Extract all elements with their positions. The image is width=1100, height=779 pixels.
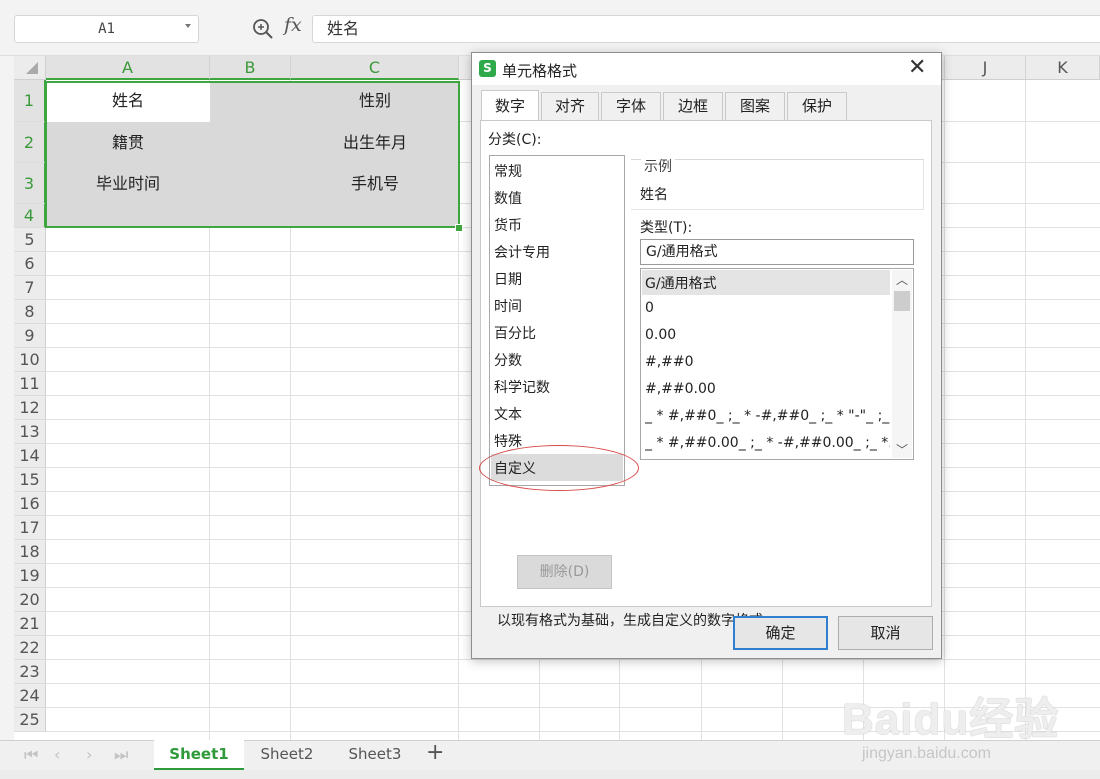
row-header-8[interactable]: 8 <box>14 300 46 324</box>
format-cells-dialog: S 单元格格式 ✕ 分类(C): 常规数值货币会计专用日期时间百分比分数科学记数… <box>471 52 942 659</box>
ok-button[interactable]: 确定 <box>733 616 828 650</box>
chevron-down-icon[interactable] <box>185 24 191 28</box>
chevron-down-icon[interactable]: ﹀ <box>896 441 908 458</box>
row-header-4[interactable]: 4 <box>14 204 46 228</box>
tab-sheet2[interactable]: Sheet2 <box>244 740 330 770</box>
zoom-icon[interactable] <box>252 18 274 40</box>
row-header-15[interactable]: 15 <box>14 468 46 492</box>
row-header-12[interactable]: 12 <box>14 396 46 420</box>
fill-handle[interactable] <box>455 224 463 232</box>
tab-number[interactable]: 数字 <box>481 90 539 120</box>
category-item[interactable]: 货币 <box>494 215 522 235</box>
row-header-7[interactable]: 7 <box>14 276 46 300</box>
format-item[interactable]: #,##0.00 <box>645 381 890 397</box>
row-header-1[interactable]: 1 <box>14 80 46 122</box>
row-header-17[interactable]: 17 <box>14 516 46 540</box>
row-header-14[interactable]: 14 <box>14 444 46 468</box>
next-sheet-icon[interactable]: › <box>86 745 92 764</box>
last-sheet-icon[interactable]: ⏭ <box>114 745 128 765</box>
chevron-up-icon[interactable]: ︿ <box>896 271 908 288</box>
format-list[interactable]: G/通用格式 0 0.00 #,##0 #,##0.00 _ * #,##0_ ;_ * … <box>640 268 914 460</box>
row-header-21[interactable]: 21 <box>14 612 46 636</box>
tab-border[interactable]: 边框 <box>663 92 723 120</box>
type-label: 类型(T): <box>640 220 693 236</box>
row-header-18[interactable]: 18 <box>14 540 46 564</box>
tab-pattern[interactable]: 图案 <box>725 92 785 120</box>
format-item[interactable]: G/通用格式 <box>645 273 890 293</box>
row-header-13[interactable]: 13 <box>14 420 46 444</box>
format-item[interactable]: _ * #,##0_ ;_ * -#,##0_ ;_ * "-"_ ;_... <box>645 408 890 424</box>
selection-border <box>45 81 460 228</box>
category-item[interactable]: 日期 <box>494 269 522 289</box>
format-item[interactable]: 0 <box>645 300 890 316</box>
grid-col-line <box>944 80 945 740</box>
close-icon[interactable]: ✕ <box>908 55 926 80</box>
tab-sheet1[interactable]: Sheet1 <box>154 740 244 770</box>
row-header-19[interactable]: 19 <box>14 564 46 588</box>
category-item[interactable]: 分数 <box>494 350 522 370</box>
row-header-5[interactable]: 5 <box>14 228 46 252</box>
category-item[interactable]: 时间 <box>494 296 522 316</box>
category-list[interactable]: 常规 数值 货币 会计专用 日期 时间 百分比 分数 科学记数 文本 特殊 自定义 <box>489 155 625 486</box>
row-header-11[interactable]: 11 <box>14 372 46 396</box>
row-header-20[interactable]: 20 <box>14 588 46 612</box>
category-label: 分类(C): <box>488 132 542 148</box>
left-margin <box>0 56 14 740</box>
format-item[interactable]: #,##0 <box>645 354 890 370</box>
row-header-2[interactable]: 2 <box>14 122 46 163</box>
grid-row-line <box>46 659 1100 660</box>
watermark-logo: Baidu经验 <box>842 695 1060 744</box>
row-header-22[interactable]: 22 <box>14 636 46 660</box>
type-input[interactable]: G/通用格式 <box>640 239 914 265</box>
delete-button[interactable]: 删除(D) <box>517 555 612 589</box>
status-bar <box>0 770 1100 779</box>
row-header-24[interactable]: 24 <box>14 684 46 708</box>
prev-sheet-icon[interactable]: ‹ <box>54 745 60 764</box>
formula-input[interactable]: 姓名 <box>312 15 1100 43</box>
select-all-icon <box>26 62 38 74</box>
tab-alignment[interactable]: 对齐 <box>541 92 599 120</box>
category-item[interactable]: 科学记数 <box>494 377 550 397</box>
app-logo-icon: S <box>479 60 496 77</box>
add-sheet-icon[interactable]: + <box>426 740 444 765</box>
dialog-title: 单元格格式 <box>502 62 578 80</box>
grid-col-line <box>1025 80 1026 740</box>
category-item[interactable]: 常规 <box>494 161 522 181</box>
column-header-j[interactable]: J <box>945 56 1026 80</box>
row-header-25[interactable]: 25 <box>14 708 46 732</box>
scroll-thumb[interactable] <box>894 291 910 311</box>
column-header-b[interactable]: B <box>210 56 291 80</box>
sample-label: 示例 <box>641 156 675 176</box>
fx-icon[interactable]: fx <box>284 14 302 36</box>
row-header-3[interactable]: 3 <box>14 163 46 204</box>
row-header-6[interactable]: 6 <box>14 252 46 276</box>
row-header-23[interactable]: 23 <box>14 660 46 684</box>
format-item[interactable]: 0.00 <box>645 327 890 343</box>
sample-value: 姓名 <box>640 187 668 203</box>
category-item[interactable]: 数值 <box>494 188 522 208</box>
number-tab-panel: 分类(C): 常规 数值 货币 会计专用 日期 时间 百分比 分数 科学记数 文本 特殊 自定义 示例… <box>480 120 932 629</box>
row-header-10[interactable]: 10 <box>14 348 46 372</box>
name-box[interactable]: A1 <box>14 15 199 43</box>
annotation-ellipse <box>479 445 639 491</box>
tab-protection[interactable]: 保护 <box>787 92 847 120</box>
row-header-16[interactable]: 16 <box>14 492 46 516</box>
category-item[interactable]: 会计专用 <box>494 242 550 262</box>
watermark-url: jingyan.baidu.com <box>862 745 991 762</box>
watermark: Baidu经验 jingyan.baidu.com <box>842 683 1059 763</box>
format-item[interactable]: _ * #,##0.00_ ;_ * -#,##0.00_ ;_ *... <box>645 435 890 451</box>
first-sheet-icon[interactable]: ⏮ <box>24 745 38 765</box>
column-header-k[interactable]: K <box>1026 56 1100 80</box>
cancel-button[interactable]: 取消 <box>838 616 933 650</box>
category-item[interactable]: 百分比 <box>494 323 536 343</box>
tab-sheet3[interactable]: Sheet3 <box>330 740 420 770</box>
column-header-a[interactable]: A <box>46 56 210 80</box>
tab-font[interactable]: 字体 <box>601 92 661 120</box>
row-header-9[interactable]: 9 <box>14 324 46 348</box>
category-item[interactable]: 文本 <box>494 404 522 424</box>
column-header-c[interactable]: C <box>291 56 459 80</box>
